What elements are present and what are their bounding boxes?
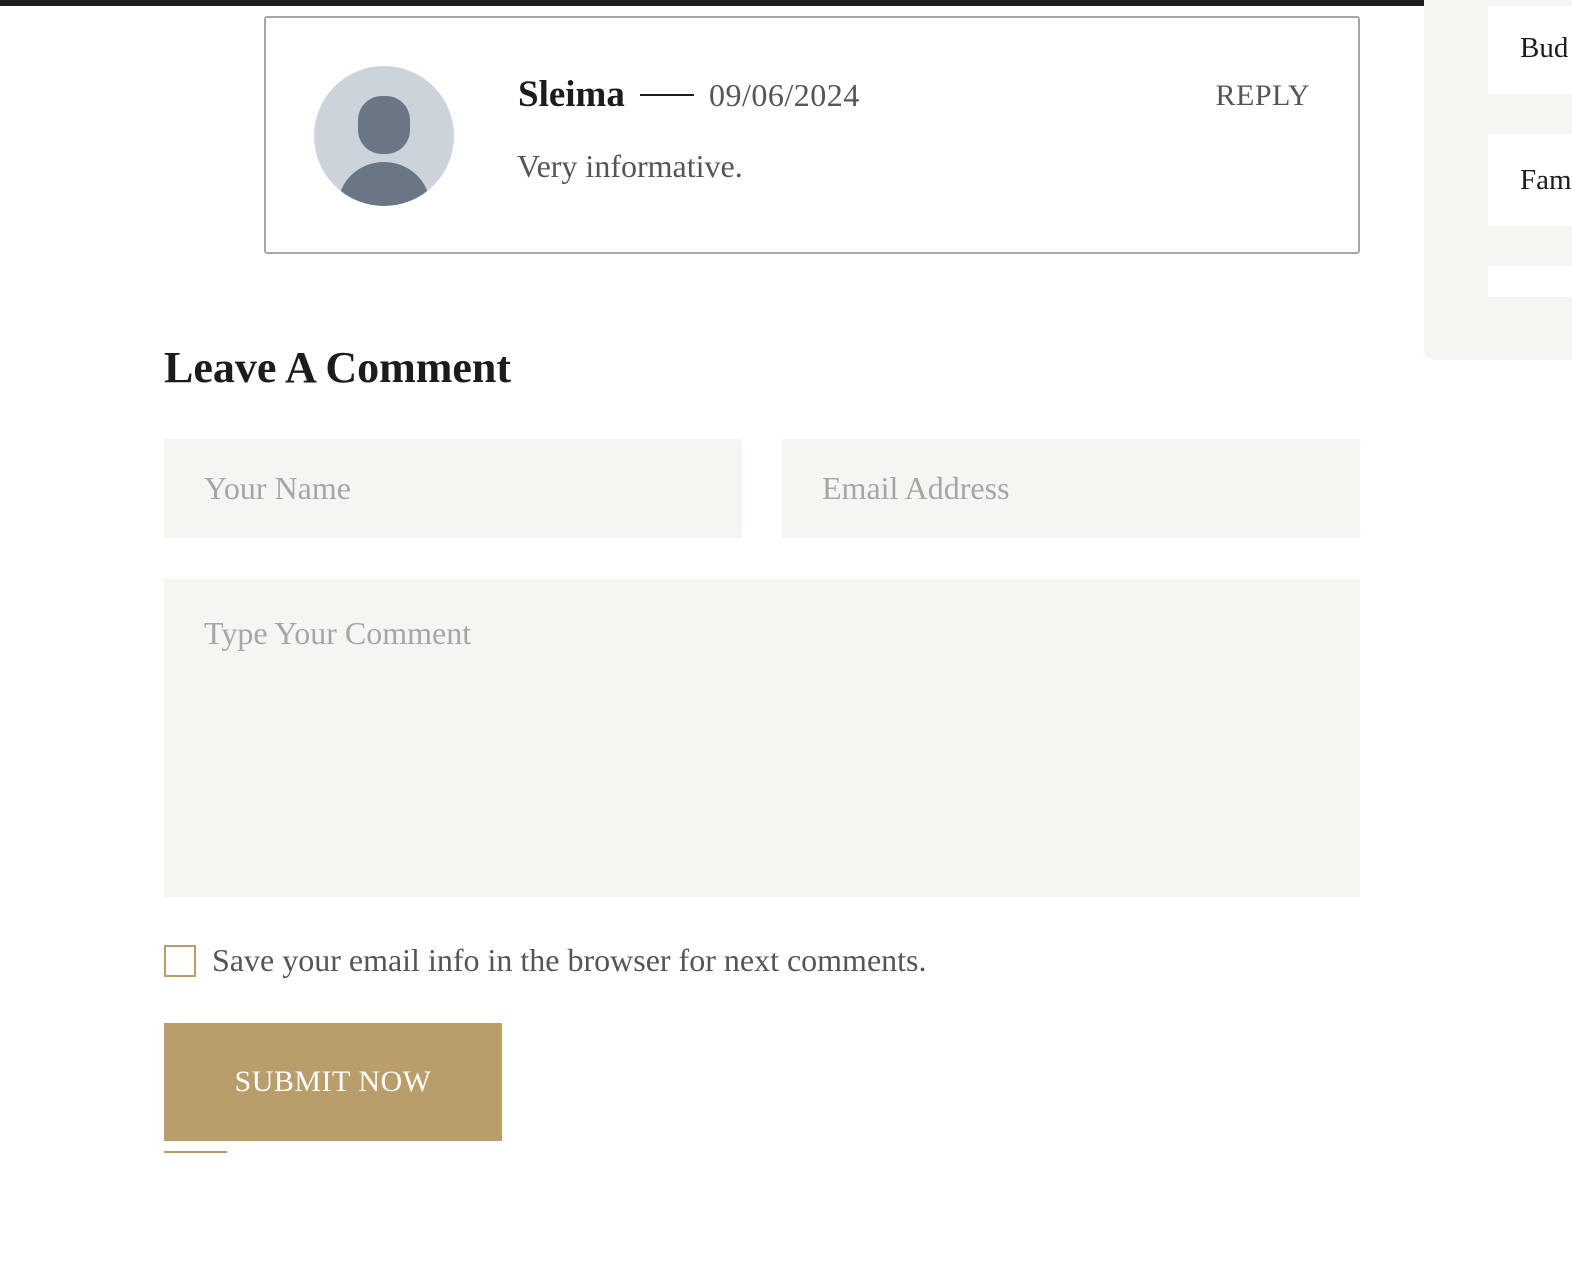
sidebar-item-1[interactable]: Bud (1488, 6, 1572, 94)
author-date-separator (640, 94, 694, 96)
user-avatar-icon (338, 96, 430, 206)
sidebar-item-2[interactable]: Fam (1488, 134, 1572, 226)
comment-author: Sleima (518, 74, 625, 115)
comment-text: Very informative. (517, 148, 743, 184)
comment-card: Sleima 09/06/2024 REPLY Very informative… (264, 16, 1360, 254)
name-field[interactable] (164, 439, 742, 538)
reply-link[interactable]: REPLY (1215, 74, 1310, 118)
submit-button[interactable]: SUBMIT NOW (164, 1023, 502, 1141)
save-info-checkbox[interactable] (164, 945, 196, 977)
submit-underline (164, 1151, 227, 1153)
comment-date: 09/06/2024 (709, 77, 860, 113)
sidebar: Bud Fam (1424, 0, 1572, 360)
sidebar-item-3[interactable] (1488, 266, 1572, 297)
email-field[interactable] (782, 439, 1360, 538)
form-title: Leave A Comment (164, 343, 512, 392)
save-info-label: Save your email info in the browser for … (212, 942, 927, 978)
avatar (314, 66, 454, 206)
comment-field[interactable] (164, 579, 1360, 897)
top-bar (0, 0, 1572, 6)
